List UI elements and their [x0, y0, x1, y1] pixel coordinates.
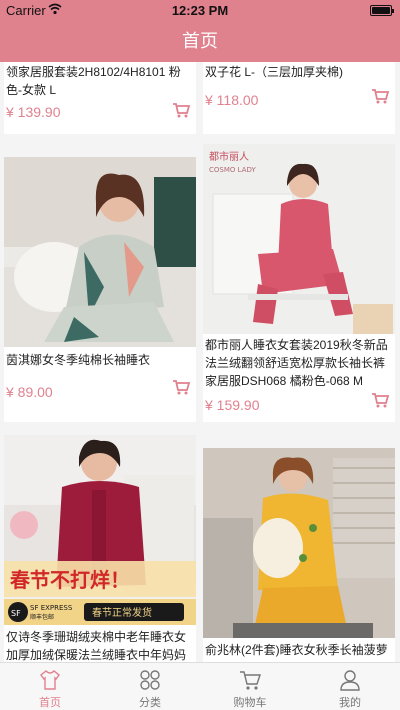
nav-bar: 首页	[0, 20, 400, 62]
product-card[interactable]: 都市丽人 COSMO LADY 都市丽人睡衣女套装2019秋冬新品法兰绒翻领舒适…	[203, 144, 395, 422]
add-to-cart-icon[interactable]	[172, 102, 190, 118]
image-brand-text: 都市丽人	[209, 150, 249, 163]
tab-label: 首页	[39, 697, 61, 709]
product-card[interactable]: 俞兆林(2件套)睡衣女秋季长袖菠萝休	[203, 448, 395, 662]
product-card[interactable]: 领家居服套装2H8102/4H8101 粉色-女款 L ¥ 139.90	[4, 62, 196, 134]
status-bar: Carrier 12:23 PM	[0, 0, 400, 20]
app-screen: Carrier 12:23 PM 首页 领家居服套装2H8102/4H8101 …	[0, 0, 400, 710]
battery-icon	[370, 5, 394, 16]
user-icon	[340, 670, 360, 691]
page-title: 首页	[182, 31, 218, 51]
product-price: ¥ 159.90	[205, 397, 260, 413]
product-name: 俞兆林(2件套)睡衣女秋季长袖菠萝休	[205, 643, 388, 657]
cart-icon	[240, 671, 261, 690]
product-price: ¥ 118.00	[205, 92, 259, 108]
product-image[interactable]: 都市丽人 COSMO LADY	[203, 144, 395, 334]
sf-logo-subtext: 顺丰包邮	[30, 613, 54, 621]
tshirt-icon	[40, 670, 60, 690]
product-name: 仅诗冬季珊瑚绒夹棉中老年睡衣女加厚加绒保暖法兰绒睡衣中年妈妈老人	[6, 630, 187, 662]
product-image[interactable]	[4, 157, 196, 347]
product-price: ¥ 139.90	[6, 104, 61, 120]
svg-text:SF: SF	[11, 609, 21, 618]
tab-bar: 首页 分类 购物车 我的	[0, 662, 400, 710]
tab-label: 分类	[139, 697, 161, 709]
tab-cart[interactable]: 购物车	[200, 663, 300, 710]
grid-icon	[140, 670, 160, 690]
product-name: 双子花 L-（三层加厚夹棉)	[205, 65, 344, 79]
add-to-cart-icon[interactable]	[371, 88, 389, 104]
tab-label: 我的	[339, 697, 361, 709]
tab-category[interactable]: 分类	[100, 663, 200, 710]
promo-banner-text: 春节不打烊！	[9, 568, 130, 592]
product-card[interactable]: 春节不打烊！ SF SF EXPRESS 顺丰包邮 春节正常发货 仅诗冬季珊瑚绒…	[4, 435, 196, 662]
image-brand-subtext: COSMO LADY	[209, 166, 256, 174]
tab-profile[interactable]: 我的	[300, 663, 400, 710]
add-to-cart-icon[interactable]	[172, 379, 190, 395]
product-image[interactable]: 春节不打烊！ SF SF EXPRESS 顺丰包邮 春节正常发货	[4, 435, 196, 625]
promo-badge-text: 春节正常发货	[92, 606, 152, 619]
product-card[interactable]: 双子花 L-（三层加厚夹棉) ¥ 118.00	[203, 62, 395, 134]
product-name: 茵淇娜女冬季纯棉长袖睡衣	[6, 353, 151, 367]
product-card[interactable]: 茵淇娜女冬季纯棉长袖睡衣 ¥ 89.00	[4, 157, 196, 422]
tab-home[interactable]: 首页	[0, 663, 100, 710]
product-price: ¥ 89.00	[6, 384, 53, 400]
product-image[interactable]	[203, 448, 395, 638]
status-time: 12:23 PM	[171, 3, 229, 18]
sf-logo-text: SF EXPRESS	[30, 604, 73, 612]
add-to-cart-icon[interactable]	[371, 392, 389, 408]
product-feed[interactable]: 领家居服套装2H8102/4H8101 粉色-女款 L ¥ 139.90 双子花…	[0, 62, 400, 662]
product-name: 都市丽人睡衣女套装2019秋冬新品法兰绒翻领舒适宽松厚款长袖长裤家居服DSH06…	[205, 338, 388, 388]
product-name: 领家居服套装2H8102/4H8101 粉色-女款 L	[6, 65, 181, 97]
tab-label: 购物车	[233, 697, 267, 709]
